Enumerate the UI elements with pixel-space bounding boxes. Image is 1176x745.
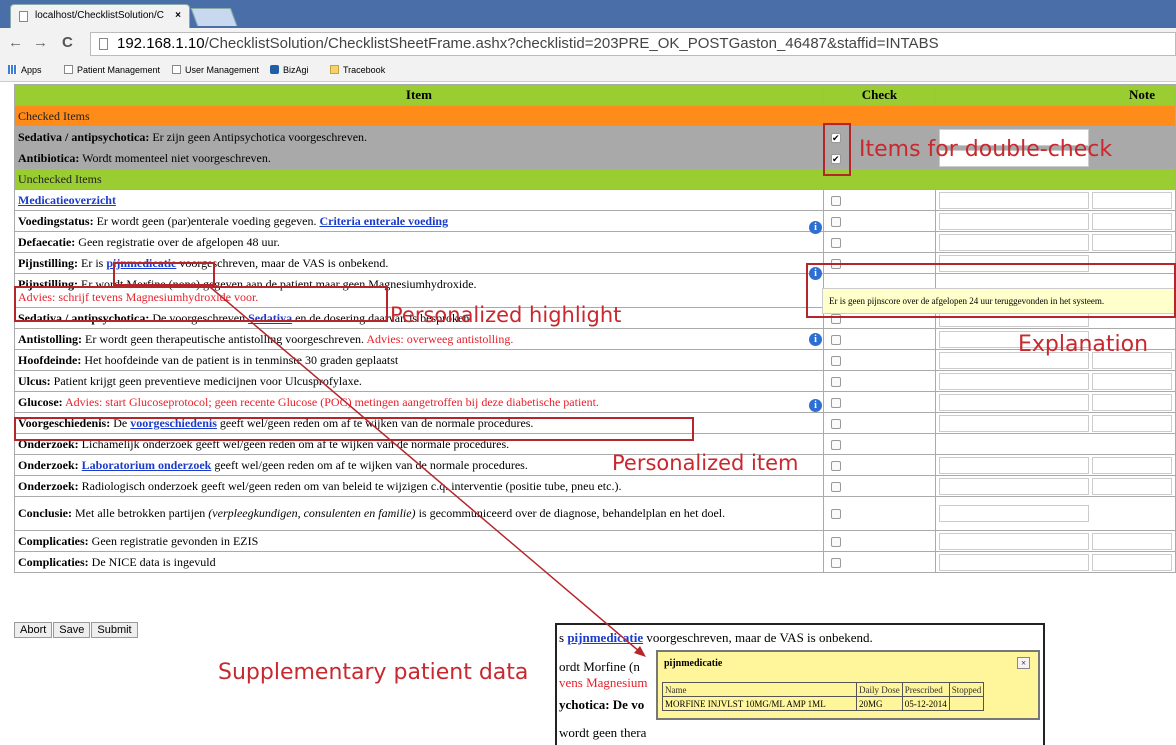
- connector-arrow: [209, 286, 646, 657]
